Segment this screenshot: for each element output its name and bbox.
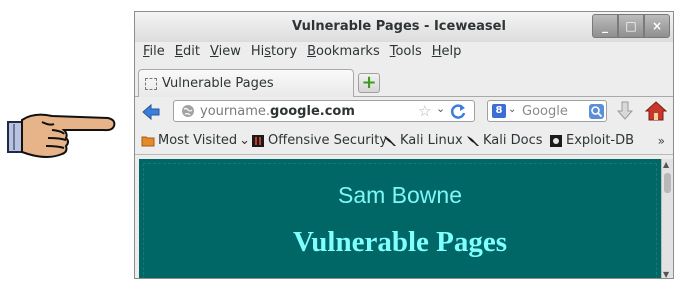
globe-icon [182,105,194,117]
content-frame: Sam Bowne Vulnerable Pages [143,163,657,278]
folder-icon [141,136,155,146]
kali-dragon-icon [467,135,479,146]
title-bar[interactable]: Vulnerable Pages - Iceweasel _ □ × [135,12,673,42]
window-title: Vulnerable Pages - Iceweasel [292,19,506,34]
search-engine-icon[interactable]: 8 [492,104,506,118]
page-heading: Vulnerable Pages [292,226,508,258]
vertical-scrollbar[interactable]: ▲ ▼ [661,159,673,278]
new-tab-button[interactable]: + [358,73,380,93]
scrollbar-thumb[interactable] [664,173,671,193]
bookmark-kali-linux[interactable]: Kali Linux [383,133,463,148]
kali-dragon-icon [384,135,396,146]
page-author: Sam Bowne [337,182,462,208]
tab-strip: Vulnerable Pages + [135,67,673,97]
back-arrow-icon[interactable] [141,102,161,122]
menu-file[interactable]: File [143,44,165,64]
menu-history[interactable]: History [251,44,297,64]
page-content: Sam Bowne Vulnerable Pages [139,159,661,278]
search-input[interactable]: Google [522,104,568,119]
bookmark-most-visited[interactable]: Most Visited ⌄ [141,133,250,148]
pointing-hand-icon [7,113,116,158]
tab-label: Vulnerable Pages [162,76,274,91]
url-history-dropdown-icon[interactable]: ⌄ [436,102,445,115]
scroll-down-arrow-icon[interactable]: ▼ [663,270,669,278]
reload-icon[interactable] [450,103,467,120]
url-text[interactable]: yourname.google.com [200,104,355,119]
menu-tools[interactable]: Tools [390,44,422,64]
home-icon[interactable] [645,100,667,122]
search-engine-dropdown-icon[interactable]: ⌄ [508,104,516,115]
close-button[interactable]: × [644,14,670,38]
url-bar[interactable]: yourname.google.com ☆ ⌄ [173,100,475,122]
search-bar[interactable]: 8 ⌄ Google [487,100,607,122]
tab-vulnerable-pages[interactable]: Vulnerable Pages [138,69,354,97]
menu-help[interactable]: Help [432,44,462,64]
bookmark-star-icon[interactable]: ☆ [418,102,431,120]
exploitdb-icon [550,134,562,147]
minimize-button[interactable]: _ [592,14,618,38]
offsec-icon [252,134,264,147]
bookmarks-toolbar: Most Visited ⌄ Offensive Security Kali Li… [135,129,673,155]
scroll-up-arrow-icon[interactable]: ▲ [663,160,669,169]
bookmark-exploit-db[interactable]: Exploit-DB [549,133,634,148]
blank-page-icon [145,77,157,90]
menu-bar: File Edit View History Bookmarks Tools H… [135,44,673,64]
navigation-toolbar: yourname.google.com ☆ ⌄ 8 ⌄ Google [135,97,673,127]
bookmark-kali-docs[interactable]: Kali Docs [466,133,543,148]
browser-window: Vulnerable Pages - Iceweasel _ □ × File … [134,11,674,279]
menu-bookmarks[interactable]: Bookmarks [307,44,380,64]
menu-view[interactable]: View [210,44,241,64]
bookmarks-overflow-chevron-icon[interactable]: » [658,134,665,148]
search-magnifier-icon[interactable] [589,104,604,119]
menu-edit[interactable]: Edit [175,44,200,64]
maximize-button[interactable]: □ [618,14,644,38]
window-controls: _ □ × [592,14,670,38]
plus-icon: + [361,72,377,93]
bookmark-offensive-security[interactable]: Offensive Security [251,133,387,148]
download-arrow-icon[interactable] [615,100,635,122]
